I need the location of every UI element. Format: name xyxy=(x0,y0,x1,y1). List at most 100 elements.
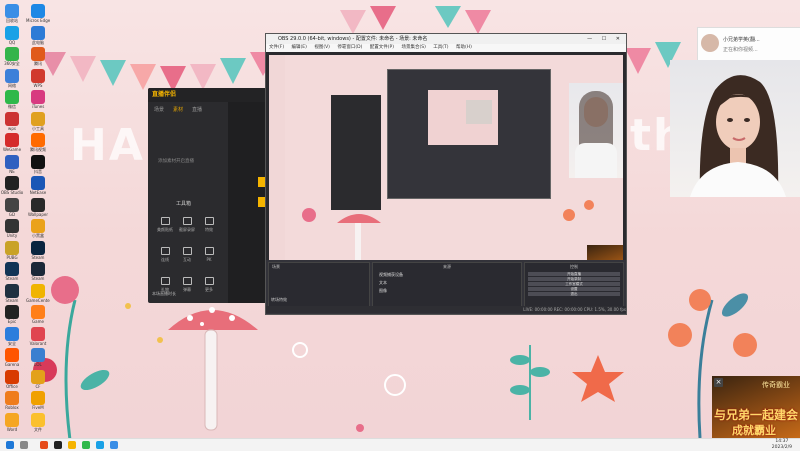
desktop-icon[interactable]: WPS xyxy=(26,68,50,88)
tool-button[interactable]: PK xyxy=(199,247,219,262)
obs-menu-view[interactable]: 视图(V) xyxy=(314,45,330,50)
live-menu-scene[interactable]: 场景 xyxy=(154,106,164,113)
obs-menu-file[interactable]: 文件(F) xyxy=(269,45,284,50)
wechat-taskbar-icon[interactable] xyxy=(82,441,90,449)
desktop-icon[interactable]: Epic xyxy=(0,305,24,324)
desktop-icon[interactable]: 回收站 xyxy=(0,4,24,23)
obs-preview-canvas[interactable] xyxy=(269,55,623,285)
desktop-icon[interactable]: 网络 xyxy=(0,68,24,88)
source-item-label: 视频捕获设备 xyxy=(379,272,403,277)
close-icon[interactable]: × xyxy=(714,378,723,387)
obs-menu-profile[interactable]: 配置文件(P) xyxy=(370,45,394,50)
source-item[interactable]: 视频捕获设备 xyxy=(373,271,521,279)
desktop-icon[interactable]: Garena xyxy=(0,348,24,367)
source-list: 视频捕获设备文本 图像 xyxy=(373,271,521,295)
live-assistant-window[interactable]: 直播伴侣 场景 素材 直播 添加素材开启直播 工具箱 美颜贴纸 截屏录屏 特效 连线 互… xyxy=(148,88,268,303)
app-icon xyxy=(31,90,45,104)
source-item[interactable]: 图像 xyxy=(373,287,521,295)
desktop-icon[interactable]: Unity xyxy=(0,219,24,238)
sources-panel[interactable]: 来源 视频捕获设备 文本 图像 xyxy=(372,262,522,308)
obs-window[interactable]: OBS 29.0.0 (64-bit, windows) - 配置文件: 未命名… xyxy=(265,33,627,315)
desktop-icon-label: WPS xyxy=(33,82,43,88)
desktop-icon[interactable]: WeGame xyxy=(0,133,24,152)
desktop-icon[interactable]: Word xyxy=(0,412,24,432)
desktop-icon[interactable]: 文件 xyxy=(26,412,50,432)
live-taskbar-icon[interactable] xyxy=(68,441,76,449)
app-icon xyxy=(31,4,45,18)
control-button[interactable]: 开始录制 xyxy=(528,277,620,281)
tool-button[interactable]: 弹幕 xyxy=(177,277,197,293)
desktop-icon[interactable]: iTunes xyxy=(26,90,50,109)
start-icon[interactable] xyxy=(6,441,14,449)
desktop-icon[interactable]: 抖音 xyxy=(26,154,50,174)
control-button[interactable]: 开始直播 xyxy=(528,272,620,276)
app-icon xyxy=(31,154,45,169)
desktop-icon[interactable]: wps xyxy=(0,111,24,131)
desktop-icon[interactable]: QQ xyxy=(0,25,24,45)
desktop-icon[interactable]: 微信 xyxy=(0,90,24,109)
desktop-icon[interactable]: Steam xyxy=(0,262,24,281)
controls-panel[interactable]: 控制 开始直播 开始录制 工作室模式 设置 退出 xyxy=(524,262,624,308)
taskbar-clock[interactable]: 14:37 2023/2/9 xyxy=(772,439,792,451)
source-item[interactable]: 文本 xyxy=(373,279,521,287)
obs-menu-scene-collection[interactable]: 场景集合(S) xyxy=(401,45,425,50)
obs-titlebar[interactable]: OBS 29.0.0 (64-bit, windows) - 配置文件: 未命名… xyxy=(266,34,626,44)
live-menu-material[interactable]: 素材 xyxy=(173,106,183,113)
desktop-background: HA th 回收站 Micros Edge QQ 此电脑 360安全 腾讯 网络… xyxy=(0,0,800,438)
obs-menu-tools[interactable]: 工具(T) xyxy=(433,45,448,50)
obs-menu-help[interactable]: 帮助(H) xyxy=(456,45,472,50)
window-controls[interactable]: — ☐ ✕ xyxy=(587,34,624,44)
desktop-icon[interactable]: 腾讯 xyxy=(26,47,50,66)
video-call-notification[interactable]: 小兄弟学英(翻... 正在和你视频... xyxy=(697,27,800,62)
live-menu-live[interactable]: 直播 xyxy=(192,106,202,113)
tool-button[interactable]: 互动 xyxy=(177,247,197,263)
tool-button[interactable]: 更多 xyxy=(199,277,219,293)
desktop-icon[interactable]: CF xyxy=(26,369,50,389)
desktop-icon[interactable]: FiveM xyxy=(26,391,50,410)
desktop-icon[interactable]: Micros Edge xyxy=(26,4,50,23)
tool-button[interactable]: 美颜贴纸 xyxy=(155,217,175,233)
live-assistant-titlebar[interactable]: 直播伴侣 xyxy=(148,88,268,102)
tool-button[interactable]: 截屏录屏 xyxy=(177,217,197,233)
control-button[interactable]: 设置 xyxy=(528,287,620,291)
desktop-icon[interactable]: Steam xyxy=(26,240,50,260)
desktop-icon[interactable]: Steam xyxy=(0,283,24,303)
control-button[interactable]: 退出 xyxy=(528,292,620,296)
desktop-icon[interactable]: 安全 xyxy=(0,326,24,346)
search-icon[interactable] xyxy=(20,441,28,449)
desktop-icon[interactable]: 360安全 xyxy=(0,47,24,66)
desktop-icon[interactable]: NE xyxy=(0,154,24,174)
desktop-icon[interactable]: 此电脑 xyxy=(26,25,50,45)
desktop-icon[interactable]: 小工具 xyxy=(26,111,50,131)
obs-taskbar-icon[interactable] xyxy=(54,441,62,449)
desktop-icon[interactable]: Roblox xyxy=(0,391,24,410)
edge-taskbar-icon[interactable] xyxy=(110,441,118,449)
desktop-icon[interactable]: LOL xyxy=(26,348,50,367)
desktop-icon[interactable]: GameCenter xyxy=(26,283,50,303)
obs-status-text: LIVE: 00:00:00 REC: 00:00:00 CPU: 1.5%, … xyxy=(266,306,626,313)
desktop-icon[interactable]: Valorant xyxy=(26,326,50,346)
person-image xyxy=(690,75,786,197)
tool-button[interactable]: 特效 xyxy=(199,217,219,233)
desktop-icon[interactable]: Game xyxy=(26,305,50,324)
notification-title: 小兄弟学英(翻... xyxy=(723,37,760,43)
desktop-icon[interactable]: GD xyxy=(0,197,24,217)
desktop-icon[interactable]: Office xyxy=(0,369,24,389)
qq-taskbar-icon[interactable] xyxy=(96,441,104,449)
desktop-icon[interactable]: 腾讯视频 xyxy=(26,133,50,152)
desktop-icon[interactable]: OBS Studio xyxy=(0,176,24,195)
scenes-panel[interactable]: 场景 转场特效 xyxy=(268,262,370,308)
game-advertisement[interactable]: × 传奇霸业 与兄弟一起建会 成就霸业 xyxy=(712,376,800,438)
tool-button[interactable]: 连线 xyxy=(155,247,175,263)
app-icon xyxy=(31,176,45,190)
desktop-icon[interactable]: NetEase xyxy=(26,176,50,195)
obs-menu-docks[interactable]: 停靠窗口(D) xyxy=(337,45,362,50)
desktop-icon[interactable]: Wallpaper xyxy=(26,197,50,217)
desktop-icon[interactable]: Steam xyxy=(26,262,50,281)
app-icon xyxy=(5,25,19,40)
taskbar-app-icon[interactable] xyxy=(40,441,48,449)
desktop-icon[interactable]: PUBG xyxy=(0,240,24,260)
obs-menu-edit[interactable]: 编辑(E) xyxy=(292,45,307,50)
control-button[interactable]: 工作室模式 xyxy=(528,282,620,286)
desktop-icon[interactable]: 小黑盒 xyxy=(26,219,50,238)
